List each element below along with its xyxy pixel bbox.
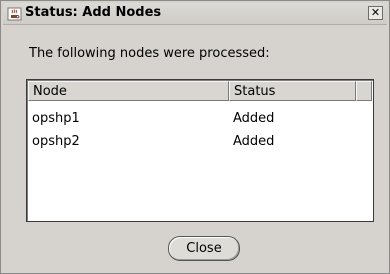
column-header-filler	[356, 81, 372, 101]
column-header-status[interactable]: Status	[229, 81, 356, 101]
nodes-table: Node Status opshp1 Added opshp2 Added	[26, 79, 374, 222]
close-window-icon[interactable]: ✕	[368, 6, 383, 20]
table-header: Node Status	[28, 81, 372, 103]
close-button[interactable]: Close	[168, 236, 240, 261]
table-body: opshp1 Added opshp2 Added	[28, 107, 372, 153]
cell-node: opshp1	[32, 111, 80, 126]
status-message: The following nodes were processed:	[29, 46, 270, 61]
java-coffee-cup-icon	[7, 6, 22, 21]
window-title: Status: Add Nodes	[25, 5, 162, 20]
cell-status: Added	[233, 111, 275, 126]
title-bar[interactable]: Status: Add Nodes ✕	[3, 3, 387, 25]
table-row[interactable]: opshp1 Added	[28, 107, 372, 130]
cell-node: opshp2	[32, 134, 80, 149]
cell-status: Added	[233, 134, 275, 149]
column-header-node[interactable]: Node	[28, 81, 229, 101]
dialog-window: Status: Add Nodes ✕ The following nodes …	[0, 0, 390, 274]
table-row[interactable]: opshp2 Added	[28, 130, 372, 153]
